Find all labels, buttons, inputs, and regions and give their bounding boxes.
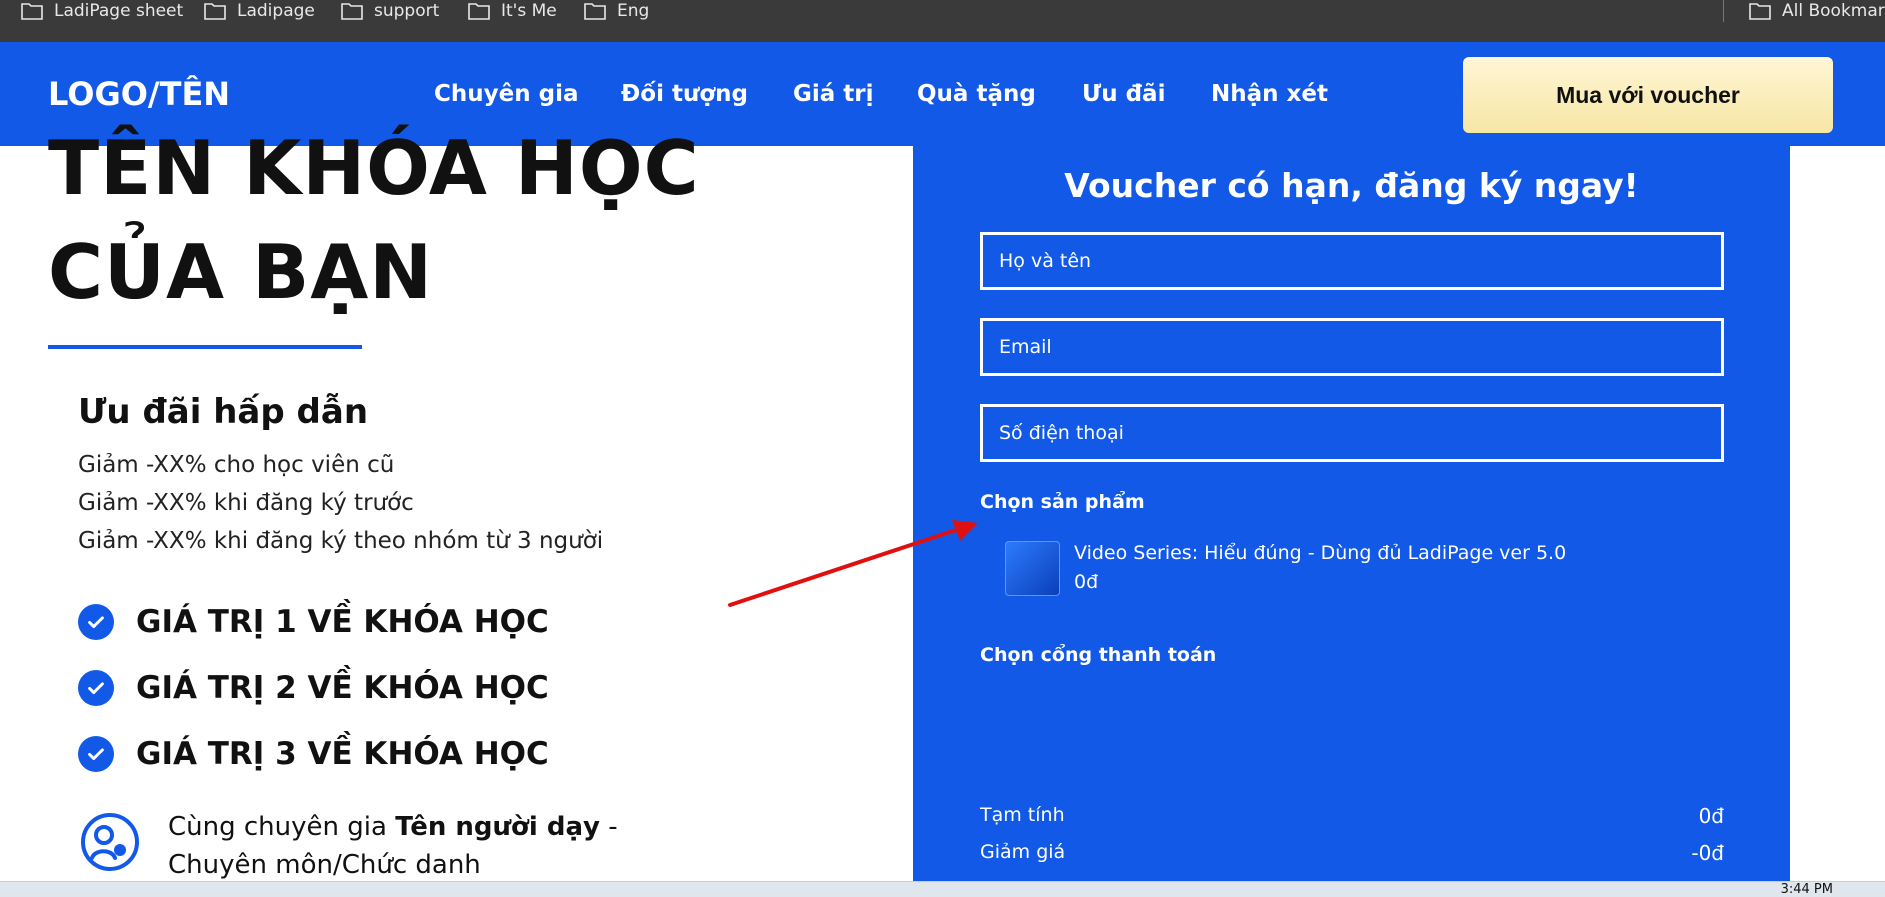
title-underline [48, 345, 362, 349]
folder-icon [21, 3, 43, 20]
full-name-field[interactable]: Họ và tên [980, 232, 1724, 290]
product-thumbnail[interactable] [1005, 541, 1060, 596]
bookmarks-separator [1723, 0, 1724, 22]
value-item: GIÁ TRỊ 1 VỀ KHÓA HỌC [78, 604, 549, 640]
nav-item-nhan-xet[interactable]: Nhận xét [1211, 42, 1328, 146]
email-field[interactable]: Email [980, 318, 1724, 376]
value-text: GIÁ TRỊ 1 VỀ KHÓA HỌC [136, 604, 549, 640]
bookmark-ladipage[interactable]: Ladipage [203, 0, 315, 22]
bookmark-label: LadiPage sheet [54, 1, 184, 21]
product-price: 0đ [1074, 571, 1099, 593]
full-name-placeholder: Họ và tên [999, 250, 1092, 272]
value-text: GIÁ TRỊ 2 VỀ KHÓA HỌC [136, 670, 549, 706]
expert-prefix: Cùng chuyên gia [168, 812, 396, 842]
offer-line: Giảm -XX% khi đăng ký theo nhóm từ 3 ngư… [78, 528, 604, 554]
offer-line: Giảm -XX% cho học viên cũ [78, 452, 395, 478]
offers-heading: Ưu đãi hấp dẫn [78, 392, 369, 432]
folder-icon [584, 3, 606, 20]
voucher-form-panel: Voucher có hạn, đăng ký ngay! Họ và tên … [913, 146, 1790, 881]
phone-field[interactable]: Số điện thoại [980, 404, 1724, 462]
expert-name: Tên người dạy [395, 812, 600, 842]
expert-line1: Cùng chuyên gia Tên người dạy - [168, 812, 618, 842]
course-title-line1: TÊN KHÓA HỌC [48, 124, 700, 212]
folder-icon [468, 3, 490, 20]
buy-with-voucher-button[interactable]: Mua với voucher [1463, 57, 1833, 133]
taskbar-clock: 3:44 PM [1780, 882, 1833, 897]
check-circle-icon [78, 670, 114, 706]
nav-item-uu-dai[interactable]: Ưu đãi [1082, 42, 1165, 146]
email-placeholder: Email [999, 336, 1052, 358]
expert-suffix: - [600, 812, 618, 842]
discount-value: -0đ [1691, 841, 1724, 865]
value-item: GIÁ TRỊ 2 VỀ KHÓA HỌC [78, 670, 549, 706]
product-name[interactable]: Video Series: Hiểu đúng - Dùng đủ LadiPa… [1074, 542, 1566, 564]
folder-icon [204, 3, 226, 20]
offer-line: Giảm -XX% khi đăng ký trước [78, 490, 414, 516]
folder-icon [1749, 3, 1771, 20]
choose-product-label: Chọn sản phẩm [980, 491, 1145, 513]
subtotal-label: Tạm tính [980, 804, 1065, 826]
check-circle-icon [78, 736, 114, 772]
folder-icon [341, 3, 363, 20]
bookmark-label: All Bookmarks [1782, 1, 1885, 21]
annotation-arrow [728, 520, 978, 607]
phone-placeholder: Số điện thoại [999, 422, 1124, 444]
nav-item-qua-tang[interactable]: Quà tặng [917, 42, 1036, 146]
windows-taskbar: 3:44 PM [0, 881, 1885, 897]
bookmark-label: Ladipage [237, 1, 315, 21]
subtotal-value: 0đ [1698, 804, 1724, 828]
bookmark-ladipage-sheet[interactable]: LadiPage sheet [20, 0, 183, 22]
value-text: GIÁ TRỊ 3 VỀ KHÓA HỌC [136, 736, 549, 772]
bookmark-all-bookmarks[interactable]: All Bookmarks [1748, 0, 1885, 22]
bookmarks-bar: LadiPage sheet Ladipage support It's Me … [0, 0, 1885, 42]
bookmark-support[interactable]: support [340, 0, 439, 22]
choose-payment-label: Chọn cổng thanh toán [980, 644, 1217, 666]
bookmark-label: It's Me [501, 1, 557, 21]
value-item: GIÁ TRỊ 3 VỀ KHÓA HỌC [78, 736, 549, 772]
form-title: Voucher có hạn, đăng ký ngay! [1064, 166, 1639, 205]
bookmark-label: Eng [617, 1, 650, 21]
check-circle-icon [78, 604, 114, 640]
expert-avatar-icon [81, 813, 139, 871]
course-title-line2: CỦA BẠN [48, 228, 434, 316]
course-title: TÊN KHÓA HỌC CỦA BẠN [48, 124, 808, 324]
bookmark-label: support [374, 1, 440, 21]
expert-title: Chuyên môn/Chức danh [168, 850, 481, 880]
bookmark-eng[interactable]: Eng [583, 0, 649, 22]
discount-label: Giảm giá [980, 841, 1066, 863]
bookmark-its-me[interactable]: It's Me [467, 0, 557, 22]
